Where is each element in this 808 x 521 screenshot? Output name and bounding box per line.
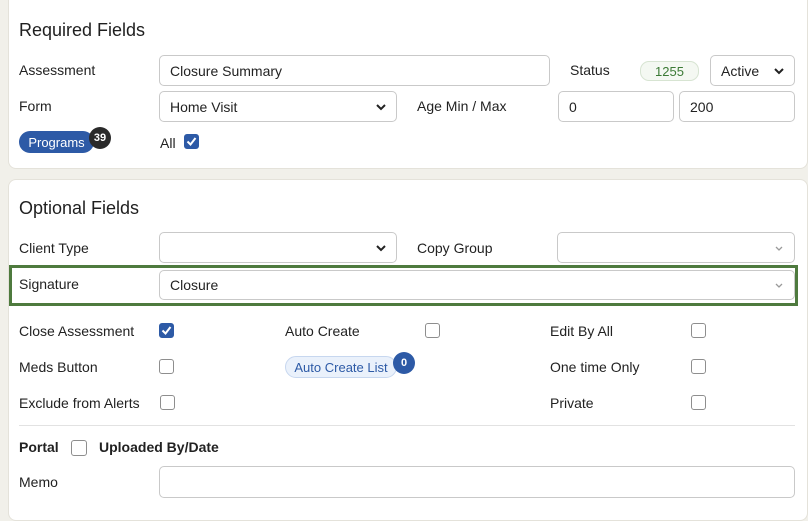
client-type-label: Client Type	[19, 240, 89, 256]
meds-button-checkbox[interactable]	[159, 359, 174, 374]
edit-by-all-checkbox[interactable]	[691, 323, 706, 338]
close-assessment-label: Close Assessment	[19, 323, 135, 339]
close-assessment-checkbox[interactable]	[159, 323, 174, 338]
signature-select[interactable]: Closure	[159, 270, 795, 300]
required-fields-title: Required Fields	[19, 20, 146, 40]
private-label: Private	[550, 395, 594, 411]
status-select-value: Active	[721, 62, 760, 79]
copy-group-select[interactable]	[557, 232, 795, 263]
age-max-input[interactable]: 200	[679, 91, 795, 122]
section-divider	[19, 425, 795, 426]
edit-by-all-label: Edit By All	[550, 323, 614, 339]
portal-checkbox[interactable]	[71, 440, 87, 456]
auto-create-checkbox[interactable]	[425, 323, 440, 338]
one-time-only-label: One time Only	[550, 359, 640, 375]
check-icon	[186, 137, 197, 147]
form-select-value: Home Visit	[170, 98, 238, 115]
all-programs-label: All	[160, 135, 176, 151]
age-min-value: 0	[569, 98, 577, 115]
optional-fields-title: Optional Fields	[19, 198, 140, 218]
programs-count-badge: 39	[89, 127, 111, 149]
auto-create-list-count-badge: 0	[393, 352, 415, 374]
chevron-down-icon	[772, 241, 786, 255]
status-id-badge: 1255	[640, 61, 699, 81]
assessment-value: Closure Summary	[170, 62, 283, 79]
assessment-input[interactable]: Closure Summary	[159, 55, 550, 86]
chevron-down-icon	[374, 241, 388, 255]
status-label: Status	[570, 62, 610, 78]
signature-value: Closure	[170, 277, 219, 293]
chevron-down-icon	[772, 64, 786, 78]
private-checkbox[interactable]	[691, 395, 706, 410]
signature-label: Signature	[19, 276, 79, 292]
assessment-label: Assessment	[19, 62, 96, 78]
all-programs-checkbox[interactable]	[184, 134, 199, 149]
status-select[interactable]: Active	[710, 55, 795, 86]
programs-button[interactable]: Programs	[19, 131, 94, 153]
one-time-only-checkbox[interactable]	[691, 359, 706, 374]
form-select[interactable]: Home Visit	[159, 91, 397, 122]
memo-input[interactable]	[159, 466, 795, 498]
age-min-max-label: Age Min / Max	[417, 98, 507, 114]
auto-create-list-button[interactable]: Auto Create List	[285, 356, 397, 378]
meds-button-label: Meds Button	[19, 359, 98, 375]
memo-label: Memo	[19, 474, 58, 490]
uploaded-by-date-label: Uploaded By/Date	[99, 439, 219, 455]
chevron-down-icon	[374, 100, 388, 114]
age-max-value: 200	[690, 98, 714, 115]
chevron-down-icon	[772, 278, 786, 292]
client-type-select[interactable]	[159, 232, 397, 263]
copy-group-label: Copy Group	[417, 240, 493, 256]
age-min-input[interactable]: 0	[558, 91, 674, 122]
exclude-from-alerts-checkbox[interactable]	[160, 395, 175, 410]
portal-label: Portal	[19, 439, 59, 455]
form-label: Form	[19, 98, 52, 114]
exclude-from-alerts-label: Exclude from Alerts	[19, 395, 140, 411]
auto-create-label: Auto Create	[285, 323, 360, 339]
check-icon	[161, 326, 172, 336]
